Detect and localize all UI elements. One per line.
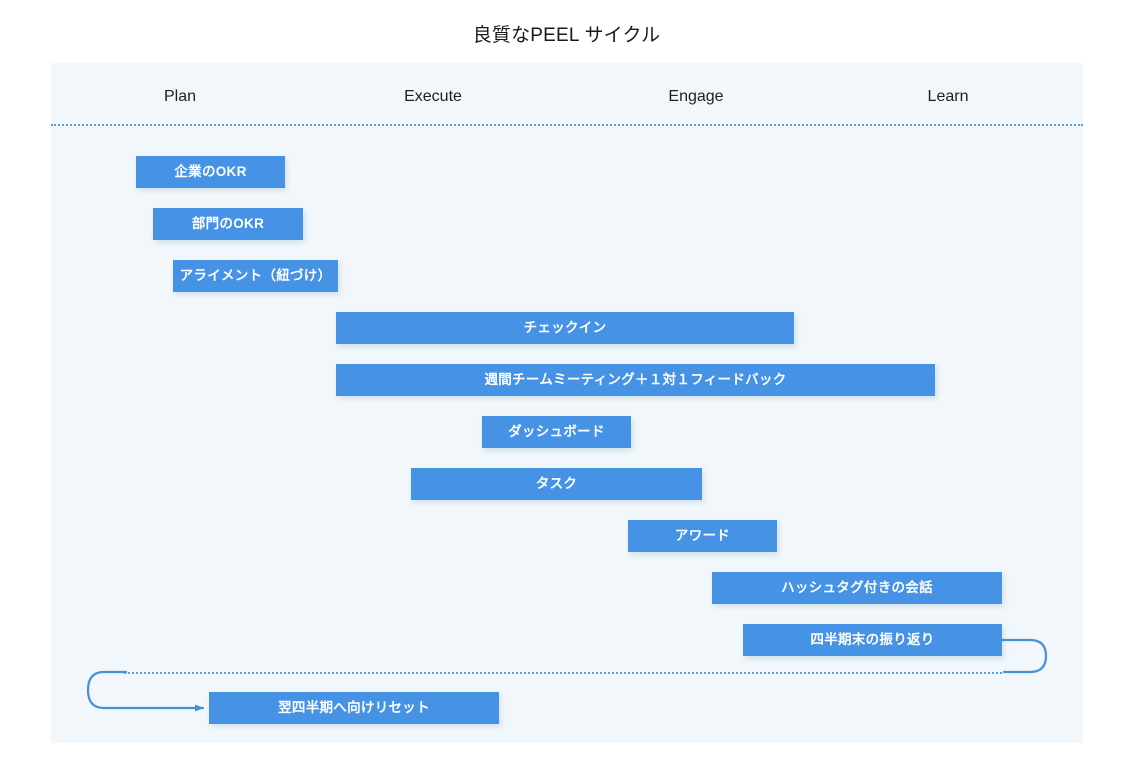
page-title: 良質なPEEL サイクル	[472, 25, 661, 46]
task-bar[interactable]: アワード	[628, 520, 777, 552]
column-header-plan: Plan	[163, 88, 197, 105]
task-bar[interactable]: ハッシュタグ付きの会話	[712, 572, 1002, 604]
task-bar-label: タスク	[535, 476, 578, 492]
column-header-engage: Engage	[668, 88, 724, 105]
task-bar[interactable]: 週間チームミーティング＋１対１フィードバック	[336, 364, 935, 396]
task-bar-label: アライメント（紐づけ）	[179, 268, 332, 284]
cycle-dotted-connector	[124, 672, 1002, 674]
task-bar-label: 四半期末の振り返り	[810, 632, 935, 648]
task-bar-label: 週間チームミーティング＋１対１フィードバック	[484, 372, 787, 388]
peel-cycle-chart: 良質なPEEL サイクル Plan Execute Engage Learn 企業のO…	[0, 0, 1133, 782]
task-bar[interactable]: 企業のOKR	[136, 156, 285, 188]
task-bar-label: ハッシュタグ付きの会話	[781, 580, 933, 596]
task-bar-label: チェックイン	[523, 320, 607, 336]
task-bar[interactable]: 翌四半期へ向けリセット	[209, 692, 499, 724]
task-bar[interactable]: アライメント（紐づけ）	[173, 260, 338, 292]
column-header-learn: Learn	[927, 88, 969, 105]
header-divider	[51, 124, 1083, 126]
task-bar[interactable]: 四半期末の振り返り	[743, 624, 1002, 656]
column-header-execute: Execute	[404, 88, 462, 105]
task-bar[interactable]: ダッシュボード	[482, 416, 631, 448]
task-bar[interactable]: チェックイン	[336, 312, 794, 344]
task-bar-label: 部門のOKR	[191, 216, 265, 232]
task-bar-label: 企業のOKR	[174, 164, 247, 180]
task-bar-label: ダッシュボード	[508, 424, 605, 440]
task-bar[interactable]: タスク	[411, 468, 702, 500]
task-bar-label: アワード	[674, 528, 731, 544]
task-bar-label: 翌四半期へ向けリセット	[278, 700, 430, 716]
task-bar[interactable]: 部門のOKR	[153, 208, 303, 240]
